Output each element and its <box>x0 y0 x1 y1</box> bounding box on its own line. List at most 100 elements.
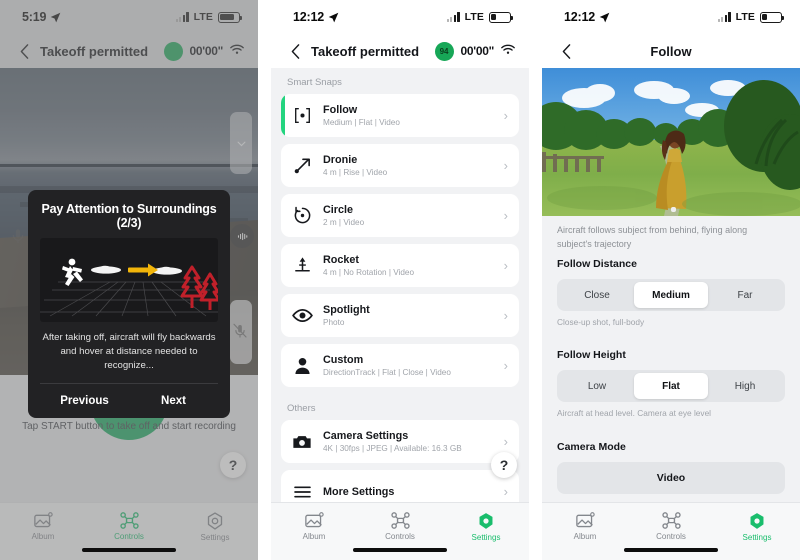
segment-flat[interactable]: Flat <box>634 373 708 399</box>
list-item-subtitle: 4K | 30fps | JPEG | Available: 16.3 GB <box>323 444 462 453</box>
tab-settings[interactable]: Settings <box>172 512 258 542</box>
status-bar: 12:12 LTE <box>271 0 529 34</box>
audio-level-icon[interactable] <box>230 224 254 248</box>
follow-distance-segmented[interactable]: Close Medium Far <box>557 279 785 311</box>
list-item-subtitle: DirectionTrack | Flat | Close | Video <box>323 368 451 377</box>
drone-battery-badge: 94 <box>434 41 454 61</box>
tip-title: Pay Attention to Surroundings (2/3) <box>41 202 217 230</box>
cellular-signal-icon <box>446 12 460 22</box>
camera-tilt-control[interactable] <box>230 112 252 174</box>
list-item-camera-settings[interactable]: Camera Settings 4K | 30fps | JPEG | Avai… <box>281 420 519 463</box>
camera-mode-title: Camera Mode <box>557 441 626 453</box>
list-item-spotlight[interactable]: Spotlight Photo › <box>281 294 519 337</box>
previous-button[interactable]: Previous <box>40 384 129 418</box>
tip-actions: Previous Next <box>40 382 218 418</box>
follow-height-group: Follow Height Low Flat High Aircraft at … <box>557 349 785 418</box>
segment-low[interactable]: Low <box>560 373 634 399</box>
help-button[interactable]: ? <box>220 452 246 478</box>
nav-right-group: 94 00'00" <box>434 41 515 61</box>
follow-height-title: Follow Height <box>557 349 626 361</box>
nav-bar: Takeoff permitted 94 00'00" <box>271 34 529 68</box>
microphone-icon[interactable] <box>8 226 28 246</box>
surroundings-tip-dialog: Pay Attention to Surroundings (2/3) Afte… <box>28 190 230 418</box>
list-item-title: Dronie <box>323 154 358 166</box>
status-left: 5:19 <box>22 10 61 24</box>
dronie-arrow-icon <box>281 156 323 175</box>
list-item-title: Custom <box>323 354 364 366</box>
panel-controls-takeoff: Tap START button to take off and start r… <box>0 0 258 560</box>
three-panel-screenshot: Tap START button to take off and start r… <box>0 0 800 560</box>
list-item-custom[interactable]: Custom DirectionTrack | Flat | Close | V… <box>281 344 519 387</box>
status-bar: 5:19 LTE <box>0 0 258 34</box>
microphone-muted-icon[interactable] <box>231 322 249 340</box>
battery-icon <box>218 11 242 23</box>
segment-medium[interactable]: Medium <box>634 282 708 308</box>
circle-orbit-icon <box>281 206 323 225</box>
status-time: 5:19 <box>22 10 47 24</box>
tab-controls[interactable]: Controls <box>357 512 443 541</box>
tab-settings-label: Settings <box>200 533 230 542</box>
list-item-title: Follow <box>323 104 358 116</box>
list-item-text: Dronie 4 m | Rise | Video <box>323 154 504 177</box>
list-item-subtitle: Photo <box>323 318 345 327</box>
status-time: 12:12 <box>564 10 595 24</box>
cellular-signal-icon <box>717 12 731 22</box>
tab-controls[interactable]: Controls <box>86 512 172 541</box>
segment-far[interactable]: Far <box>708 282 782 308</box>
location-arrow-icon <box>599 12 610 23</box>
tab-controls[interactable]: Controls <box>628 512 714 541</box>
tab-settings[interactable]: Settings <box>443 512 529 542</box>
list-item-title: Spotlight <box>323 304 370 316</box>
help-button[interactable]: ? <box>491 452 517 478</box>
status-right: LTE <box>175 11 242 23</box>
back-button[interactable] <box>14 43 34 59</box>
tab-album-label: Album <box>31 532 55 541</box>
follow-preview-photo <box>542 68 800 216</box>
battery-icon <box>489 11 513 23</box>
camera-mode-group: Camera Mode Video <box>557 441 785 494</box>
chevron-right-icon: › <box>503 158 508 173</box>
tab-album[interactable]: Album <box>271 512 357 541</box>
list-item-follow[interactable]: Follow Medium | Flat | Video › <box>281 94 519 137</box>
settings-list[interactable]: Smart Snaps Follow Medium | Flat | Video… <box>271 68 529 502</box>
next-button[interactable]: Next <box>129 384 218 418</box>
camera-icon <box>281 434 323 450</box>
nav-bar: Follow <box>542 34 800 68</box>
back-button[interactable] <box>285 43 305 59</box>
follow-height-segmented[interactable]: Low Flat High <box>557 370 785 402</box>
nav-right-group: 00'00" <box>163 41 244 61</box>
status-right: LTE <box>717 11 784 23</box>
tab-controls-label: Controls <box>114 532 144 541</box>
tab-album-label: Album <box>302 532 326 541</box>
flight-timer: 00'00" <box>460 44 495 58</box>
follow-distance-group: Follow Distance Close Medium Far Close-u… <box>557 258 785 327</box>
follow-description: Aircraft follows subject from behind, fl… <box>557 225 748 249</box>
list-item-more-settings[interactable]: More Settings › <box>281 470 519 502</box>
home-indicator <box>624 548 718 552</box>
list-item-subtitle: Medium | Flat | Video <box>323 118 400 127</box>
page-title: Takeoff permitted <box>311 43 420 59</box>
list-item-text: More Settings <box>323 486 504 498</box>
list-item-rocket[interactable]: Rocket 4 m | No Rotation | Video › <box>281 244 519 287</box>
tab-album-label: Album <box>573 532 597 541</box>
rocket-up-icon <box>281 256 323 275</box>
segment-close[interactable]: Close <box>560 282 634 308</box>
chevron-right-icon: › <box>503 258 508 273</box>
tab-album[interactable]: Album <box>542 512 628 541</box>
home-indicator <box>82 548 176 552</box>
tab-album[interactable]: Album <box>0 512 86 541</box>
list-item-circle[interactable]: Circle 2 m | Video › <box>281 194 519 237</box>
panel-divider-1 <box>258 0 271 560</box>
flight-timer: 00'00" <box>189 44 224 58</box>
follow-target-icon <box>281 107 323 124</box>
camera-mode-value[interactable]: Video <box>557 462 785 494</box>
list-item-text: Camera Settings 4K | 30fps | JPEG | Avai… <box>323 430 504 453</box>
chevron-right-icon: › <box>503 208 508 223</box>
tab-settings[interactable]: Settings <box>714 512 800 542</box>
list-item-subtitle: 2 m | Video <box>323 218 365 227</box>
tab-controls-label: Controls <box>385 532 415 541</box>
tab-settings-label: Settings <box>742 533 772 542</box>
list-item-dronie[interactable]: Dronie 4 m | Rise | Video › <box>281 144 519 187</box>
list-item-title: Rocket <box>323 254 360 266</box>
segment-high[interactable]: High <box>708 373 782 399</box>
